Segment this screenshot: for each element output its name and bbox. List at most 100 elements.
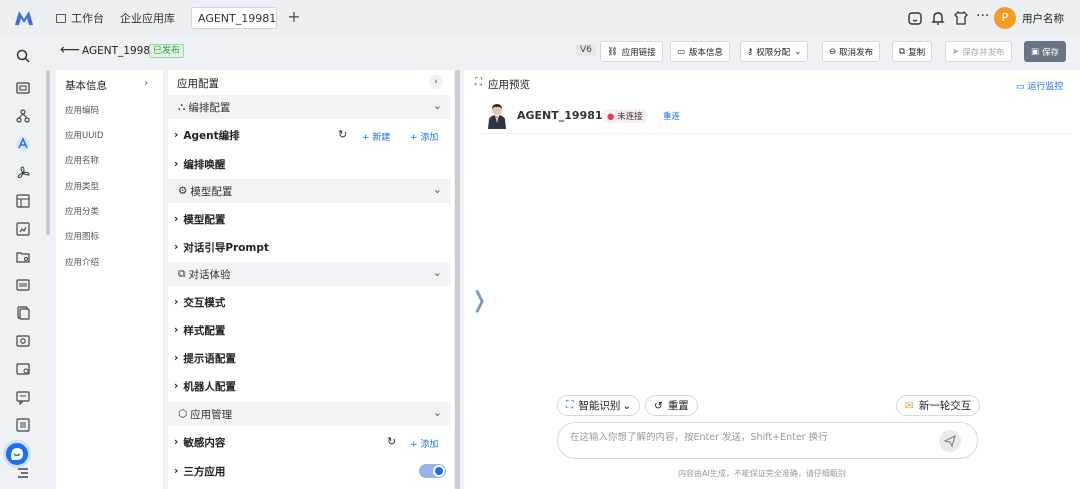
row-label: 三方应用 bbox=[183, 465, 226, 478]
app-config-panel: 应用配置 ‹ ⛬ 编排配置 ⌄ › Agent编排 ↻ + 新建 + 添加 › 编排… bbox=[168, 70, 454, 489]
section-model[interactable]: ⚙ 模型配置 ⌄ bbox=[168, 179, 450, 203]
permission-label: 权限分配 bbox=[756, 47, 791, 58]
config-scrollbar[interactable] bbox=[455, 70, 460, 489]
add-button[interactable]: + 添加 bbox=[410, 437, 438, 450]
new-label: 新建 bbox=[372, 133, 391, 143]
monitor-icon: ▭ bbox=[1016, 82, 1028, 92]
error-dot-icon: ● bbox=[607, 112, 615, 122]
chevron-down-icon: ⌄ bbox=[432, 406, 442, 419]
section-label: 对话体验 bbox=[188, 268, 231, 281]
app-logo-icon[interactable] bbox=[14, 9, 34, 27]
bell-icon[interactable] bbox=[930, 10, 946, 26]
send-button[interactable] bbox=[939, 430, 961, 452]
basic-info-item[interactable]: 应用分类 bbox=[65, 205, 99, 217]
save-button[interactable]: ▣ 保存 bbox=[1024, 41, 1067, 62]
basic-info-item[interactable]: 应用编码 bbox=[65, 104, 99, 116]
preview-title: 应用预览 bbox=[488, 79, 530, 91]
tab-label: 工作台 bbox=[71, 12, 104, 25]
user-name[interactable]: 用户名称 bbox=[1022, 11, 1064, 26]
home-icon[interactable] bbox=[907, 10, 923, 26]
chevron-right-icon: › bbox=[174, 380, 179, 392]
reconnect-link[interactable]: 重连 bbox=[663, 110, 680, 122]
ai-app-icon[interactable] bbox=[15, 136, 31, 152]
row-style-config[interactable]: › 样式配置 bbox=[174, 320, 450, 340]
save-publish-button[interactable]: ➤ 保存并发布 bbox=[945, 41, 1012, 62]
row-agent-orchestration[interactable]: › Agent编排 bbox=[174, 125, 450, 145]
row-orchestration-wake[interactable]: › 编排唤醒 bbox=[174, 154, 450, 174]
section-orchestration[interactable]: ⛬ 编排配置 ⌄ bbox=[168, 95, 450, 119]
more-icon[interactable]: ··· bbox=[976, 8, 992, 24]
row-label: 机器人配置 bbox=[183, 380, 236, 393]
row-prompt[interactable]: › 对话引导Prompt bbox=[174, 237, 450, 257]
top-bar: 工作台 企业应用库 AGENT_19981 + ··· P 用户名称 bbox=[0, 0, 1080, 36]
basic-info-item[interactable]: 应用图标 bbox=[65, 230, 99, 242]
basic-info-item[interactable]: 应用名称 bbox=[65, 154, 99, 166]
row-sensitive-content[interactable]: › 敏感内容 bbox=[174, 432, 450, 452]
list-doc-icon[interactable] bbox=[15, 417, 31, 433]
row-interaction-mode[interactable]: › 交互模式 bbox=[174, 292, 450, 312]
report-icon[interactable] bbox=[15, 221, 31, 237]
agent-header: AGENT_19981 ● 未连接 重连 bbox=[480, 100, 1070, 134]
permission-dropdown[interactable]: ⚷ 权限分配 ⌄ bbox=[740, 41, 809, 62]
row-model-config[interactable]: › 模型配置 bbox=[174, 209, 450, 229]
new-round-button[interactable]: ✉ 新一轮交互 bbox=[896, 395, 981, 416]
nav-scrollbar[interactable] bbox=[46, 70, 50, 235]
app-link-button[interactable]: ⛓ 应用链接 bbox=[600, 41, 663, 62]
refresh-icon[interactable]: ↻ bbox=[387, 435, 396, 448]
row-label: 模型配置 bbox=[183, 213, 226, 226]
reset-button[interactable]: ↺ 重置 bbox=[645, 395, 698, 416]
chat-input[interactable] bbox=[570, 432, 920, 443]
save-label: 保存 bbox=[1042, 47, 1060, 58]
section-label: 编排配置 bbox=[188, 101, 231, 114]
org-tree-icon[interactable] bbox=[15, 108, 31, 124]
row-label: 编排唤醒 bbox=[183, 158, 226, 171]
expand-panel-icon[interactable]: ❭ bbox=[470, 288, 488, 313]
new-button[interactable]: + 新建 bbox=[362, 130, 390, 143]
chevron-right-icon: › bbox=[174, 436, 179, 448]
folder-icon[interactable] bbox=[15, 249, 31, 265]
row-robot-config[interactable]: › 机器人配置 bbox=[174, 376, 450, 396]
monitor-label: 运行监控 bbox=[1027, 82, 1064, 92]
back-arrow-icon[interactable]: ⟵ bbox=[60, 42, 80, 58]
collapse-left-icon[interactable]: ‹ bbox=[429, 75, 443, 89]
avatar[interactable]: P bbox=[994, 7, 1016, 29]
section-dialog[interactable]: ⧉ 对话体验 ⌄ bbox=[168, 262, 450, 286]
run-monitor-link[interactable]: ▭ 运行监控 bbox=[1016, 79, 1063, 92]
left-nav-rail bbox=[0, 36, 46, 489]
smart-recognize-dropdown[interactable]: ⛶ 智能识别 ⌄ bbox=[557, 395, 641, 416]
basic-info-item[interactable]: 应用介绍 bbox=[65, 256, 99, 268]
basic-info-item[interactable]: 应用类型 bbox=[65, 180, 99, 192]
dashboard-icon[interactable] bbox=[15, 80, 31, 96]
barcode-icon[interactable] bbox=[15, 277, 31, 293]
add-tab-button[interactable]: + bbox=[284, 6, 304, 28]
message-icon[interactable] bbox=[15, 389, 31, 405]
basic-info-panel: 基本信息 › 应用编码 应用UUID 应用名称 应用类型 应用分类 应用图标 应… bbox=[56, 70, 163, 489]
documents-icon[interactable] bbox=[15, 305, 31, 321]
add-button[interactable]: + 添加 bbox=[410, 130, 438, 143]
row-third-party[interactable]: › 三方应用 bbox=[174, 461, 450, 481]
tab-agent[interactable]: AGENT_19981 bbox=[191, 7, 277, 29]
section-label: 模型配置 bbox=[190, 185, 233, 198]
assistant-bubble-icon[interactable] bbox=[3, 440, 31, 468]
tab-workbench[interactable]: 工作台 bbox=[50, 7, 110, 29]
refresh-icon[interactable]: ↻ bbox=[338, 128, 347, 141]
shirt-icon[interactable] bbox=[953, 10, 969, 26]
chart-panel-icon[interactable] bbox=[15, 193, 31, 209]
search-icon[interactable] bbox=[15, 48, 31, 64]
unpublish-button[interactable]: ⊖ 取消发布 bbox=[822, 41, 881, 62]
chat-icon: ⧉ bbox=[178, 267, 186, 280]
chevron-right-icon[interactable]: › bbox=[144, 76, 148, 89]
copy-button[interactable]: ⧉ 复制 bbox=[892, 41, 933, 62]
section-management[interactable]: ⬡ 应用管理 ⌄ bbox=[168, 402, 450, 426]
row-hint-config[interactable]: › 提示语配置 bbox=[174, 348, 450, 368]
tab-enterprise-app-library[interactable]: 企业应用库 bbox=[114, 7, 181, 29]
new-round-label: 新一轮交互 bbox=[918, 400, 972, 412]
fan-icon[interactable] bbox=[15, 165, 31, 181]
version-info-button[interactable]: ▭ 版本信息 bbox=[670, 41, 731, 62]
image-settings-icon[interactable] bbox=[15, 361, 31, 377]
camera-box-icon[interactable] bbox=[15, 333, 31, 349]
basic-info-item[interactable]: 应用UUID bbox=[65, 129, 104, 141]
save-publish-label: 保存并发布 bbox=[962, 47, 1005, 58]
third-party-toggle[interactable] bbox=[419, 464, 446, 478]
key-icon: ⚷ bbox=[747, 46, 754, 57]
